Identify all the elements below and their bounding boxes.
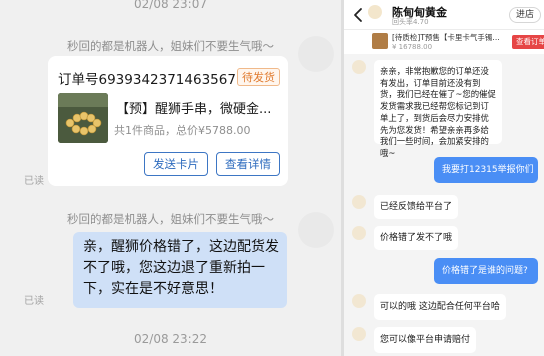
view-order-button[interactable]: 查看订单 (512, 35, 544, 49)
product-thumbnail[interactable] (372, 33, 388, 49)
order-summary: 共1件商品，总价¥5788.00 (114, 124, 251, 137)
read-receipt-1: 已读 (24, 176, 44, 187)
enter-store-button[interactable]: 进店 (509, 7, 541, 23)
read-receipt-2: 已读 (24, 296, 44, 307)
shop-message: 您可以像平台申请赔付 (374, 327, 477, 353)
system-notice-1: 秒回的都是机器人，姐妹们不要生气哦～ (67, 39, 274, 53)
order-card[interactable]: 订单号6939342371463567177 待发货 【预】醒狮手串，微硬金..… (48, 56, 288, 186)
product-thumbnail[interactable] (58, 93, 108, 143)
chat-header: 陈甸甸黄金 回头率4.70 进店 (344, 0, 544, 30)
timestamp-top: 02/08 23:07 (134, 0, 207, 11)
product-title: [待质检]T预售【卡里卡气手镯... (392, 33, 500, 42)
send-card-button[interactable]: 发送卡片 (144, 152, 208, 176)
shop-message-avatar (352, 294, 366, 308)
shop-message: 价格错了发不了哦 (374, 226, 459, 250)
shop-message: 可以的哦 这边配合任何平台哈 (374, 294, 506, 320)
left-chat-panel: 02/08 23:07 秒回的都是机器人，姐妹们不要生气哦～ 订单号693934… (0, 0, 341, 356)
shop-message-avatar (352, 60, 366, 74)
user-message: 价格错了是谁的问题? (434, 258, 538, 284)
shop-message-avatar (352, 327, 366, 341)
product-strip[interactable]: [待质检]T预售【卡里卡气手镯... ¥ 16788.00 查看订单 (344, 30, 544, 54)
bracelet-image-icon (58, 93, 108, 143)
shop-message: 亲亲，非常抱歉您的订单还没有发出，订单目前还没有到货，我们已经在催了~您的催促发… (374, 60, 502, 158)
product-price: ¥ 16788.00 (392, 43, 433, 51)
back-arrow-icon[interactable] (352, 6, 366, 24)
avatar (298, 36, 334, 72)
timestamp-bottom: 02/08 23:22 (134, 332, 207, 346)
shop-avatar[interactable] (368, 5, 382, 19)
user-message: 我要打12315举报你们 (434, 157, 538, 183)
status-badge: 待发货 (237, 68, 280, 86)
system-notice-2: 秒回的都是机器人，姐妹们不要生气哦～ (67, 212, 274, 226)
order-number: 订单号6939342371463567177 (58, 72, 262, 88)
avatar (298, 212, 334, 248)
reply-message-bubble: 亲，醒狮价格错了，这边配货发不了哦，您这边退了重新拍一下，实在是不好意思！ (73, 232, 287, 308)
product-name: 【预】醒狮手串，微硬金... (116, 102, 272, 117)
shop-message-avatar (352, 195, 366, 209)
view-detail-button[interactable]: 查看详情 (216, 152, 280, 176)
right-chat-panel: 陈甸甸黄金 回头率4.70 进店 [待质检]T预售【卡里卡气手镯... ¥ 16… (344, 0, 544, 356)
shop-message: 已经反馈给平台了 (374, 195, 459, 219)
shop-score: 回头率4.70 (392, 18, 429, 26)
shop-message-avatar (352, 226, 366, 240)
